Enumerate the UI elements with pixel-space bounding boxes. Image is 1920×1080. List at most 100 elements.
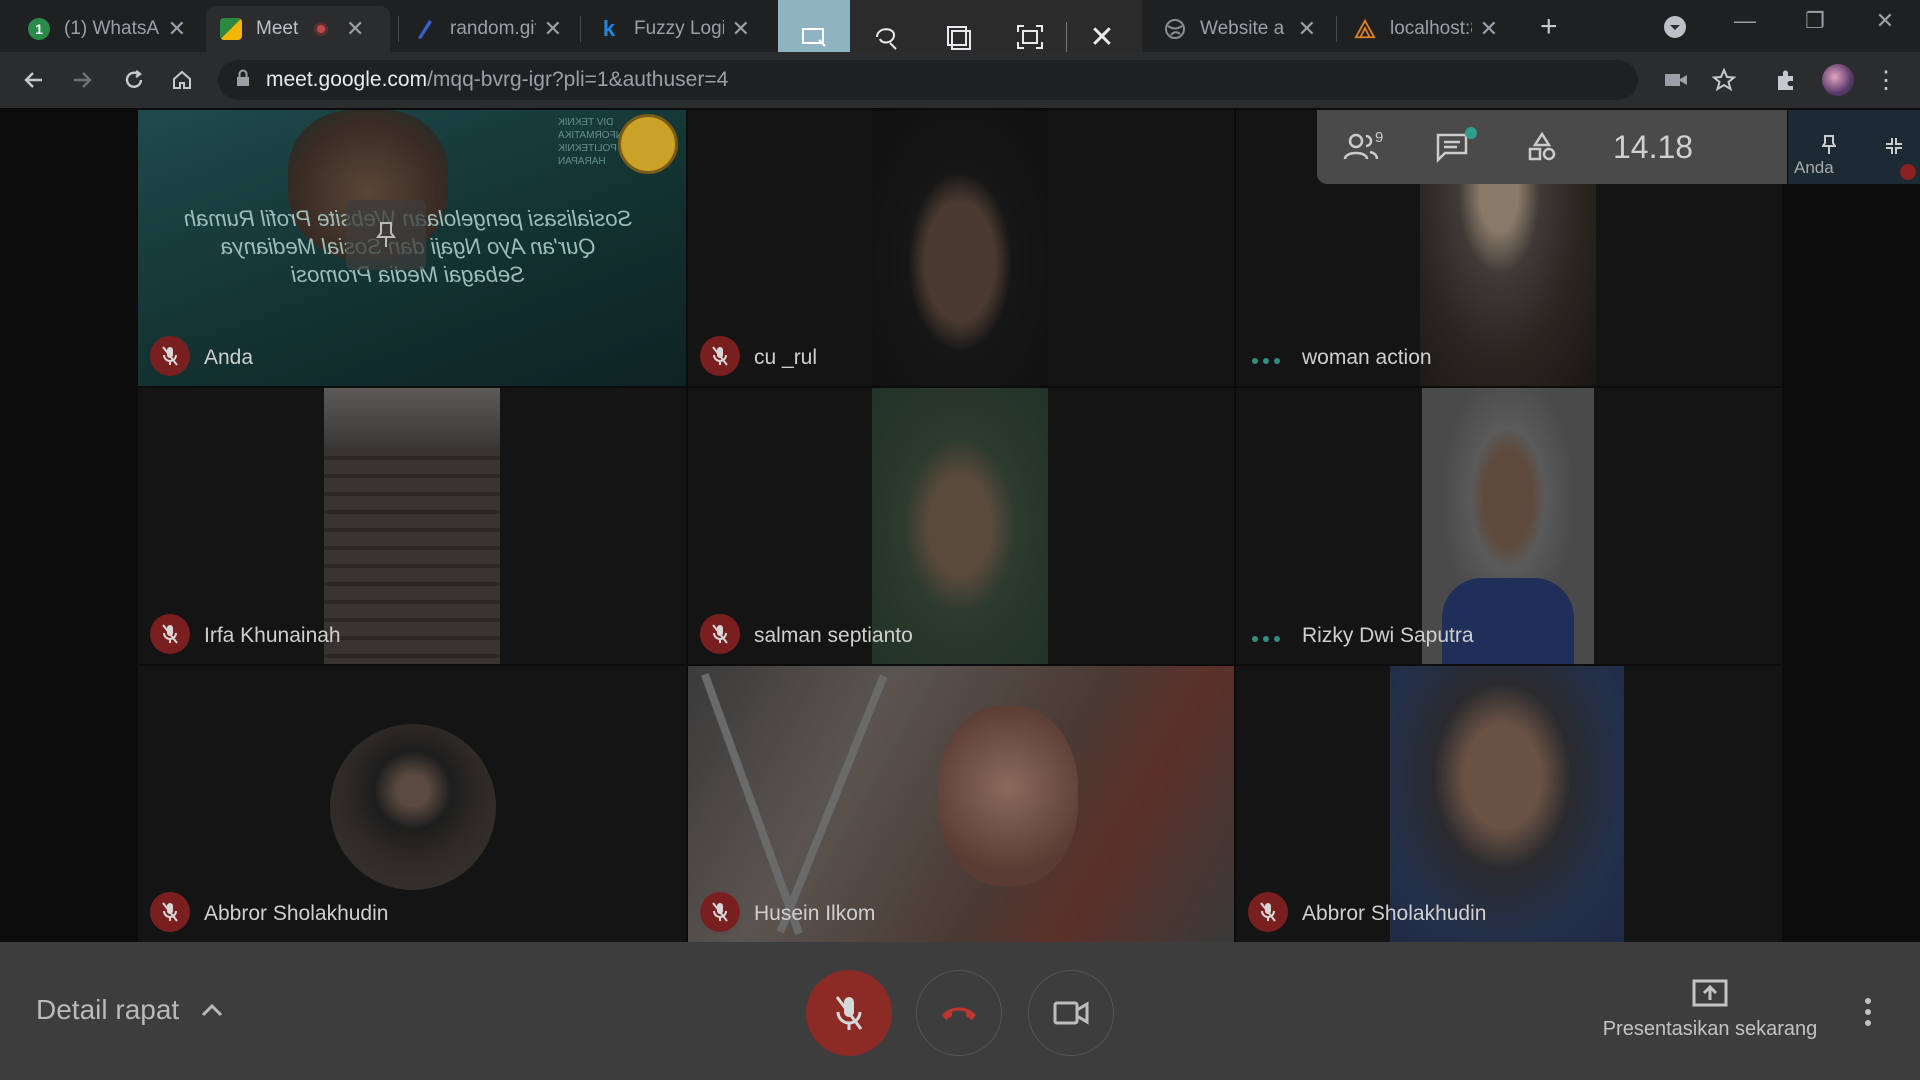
- chat-icon: [1436, 133, 1468, 163]
- mic-off-icon: [1248, 892, 1288, 932]
- url-host: meet.google.com: [266, 68, 428, 91]
- toggle-mic-button[interactable]: [806, 970, 892, 1056]
- present-icon: [1692, 979, 1728, 1007]
- tab-title: localhost:8: [1390, 18, 1472, 39]
- close-icon[interactable]: ✕: [732, 16, 750, 42]
- participant-name: Rizky Dwi Saputra: [1302, 624, 1474, 647]
- address-bar[interactable]: meet.google.com/mqq-bvrg-igr?pli=1&authu…: [218, 60, 1638, 100]
- participant-name: cu _rul: [754, 346, 818, 369]
- pen-icon: [414, 18, 436, 40]
- tab-search-button[interactable]: [1662, 14, 1688, 45]
- close-icon[interactable]: ✕: [346, 16, 364, 42]
- mic-off-icon: [150, 892, 190, 932]
- meet-stage: DIV TEKNIK INFORMATIKA POLITEKNIK HARAPA…: [0, 108, 1920, 942]
- mic-off-icon: [700, 892, 740, 932]
- meeting-details-button[interactable]: Detail rapat: [36, 994, 223, 1026]
- tab-fuzzy-logic[interactable]: k Fuzzy Logic ✕: [584, 6, 764, 52]
- mic-off-icon: [150, 336, 190, 376]
- self-view-pip[interactable]: Anda: [1788, 110, 1920, 184]
- tab-meet[interactable]: Meet - ✕: [206, 6, 390, 52]
- tab-localhost[interactable]: localhost:8 ✕: [1340, 6, 1512, 52]
- close-icon[interactable]: ✕: [1480, 16, 1498, 42]
- back-button[interactable]: [18, 64, 50, 96]
- extensions-puzzle-icon[interactable]: [1772, 66, 1800, 94]
- participant-face: [938, 706, 1078, 886]
- forward-button[interactable]: [66, 64, 98, 96]
- present-label: Presentasikan sekarang: [1602, 1018, 1818, 1040]
- participant-tile[interactable]: Abbror Sholakhudin: [1236, 666, 1782, 942]
- lock-icon: [236, 69, 250, 92]
- camera-in-use-icon[interactable]: [1662, 66, 1690, 94]
- participant-video: DIV TEKNIK INFORMATIKA POLITEKNIK HARAPA…: [138, 110, 686, 386]
- participant-name: Abbror Sholakhudin: [204, 902, 389, 925]
- browser-toolbar: meet.google.com/mqq-bvrg-igr?pli=1&authu…: [0, 52, 1920, 108]
- tab-title: random.gif: [450, 18, 536, 39]
- participant-name: salman septianto: [754, 624, 913, 647]
- participant-tile[interactable]: cu _rul: [688, 110, 1234, 386]
- leave-call-button[interactable]: [916, 970, 1002, 1056]
- participant-avatar: [330, 724, 496, 890]
- xampp-icon: [1354, 18, 1376, 40]
- close-window-button[interactable]: ✕: [1860, 8, 1910, 34]
- people-button[interactable]: 9: [1317, 129, 1407, 163]
- present-now-button[interactable]: Presentasikan sekarang: [1600, 978, 1820, 1041]
- jacket-shape: [1442, 578, 1574, 664]
- tab-title: Meet -: [256, 18, 304, 39]
- shapes-icon: [1528, 131, 1556, 161]
- tab-title: Fuzzy Logic: [634, 18, 724, 39]
- mic-off-icon: [700, 614, 740, 654]
- mic-off-icon: [150, 614, 190, 654]
- campus-logo: [618, 114, 678, 174]
- tab-title: Website a: [1200, 18, 1285, 39]
- tab-whatsapp[interactable]: 1 (1) WhatsA ✕: [14, 6, 200, 52]
- toggle-camera-button[interactable]: [1028, 970, 1114, 1056]
- close-icon[interactable]: ✕: [1298, 16, 1316, 42]
- globe-icon: [1164, 18, 1186, 40]
- meeting-info-bar: 9 14.18: [1317, 110, 1787, 184]
- speaking-indicator: [1252, 636, 1280, 642]
- minimize-button[interactable]: —: [1720, 8, 1770, 34]
- unread-dot: [1465, 127, 1477, 139]
- mic-off-icon: [1900, 164, 1916, 180]
- collapse-icon[interactable]: [1884, 136, 1904, 161]
- meet-icon: [220, 18, 242, 40]
- hang-up-icon: [942, 1007, 976, 1020]
- chrome-menu-icon[interactable]: ⋮: [1872, 66, 1900, 94]
- close-icon[interactable]: ✕: [544, 16, 562, 42]
- more-options-button[interactable]: [1862, 996, 1874, 1033]
- mic-off-icon: [700, 336, 740, 376]
- pin-button[interactable]: [346, 200, 426, 270]
- tab-random-gif[interactable]: random.gif ✕: [400, 6, 576, 52]
- chat-button[interactable]: [1407, 127, 1497, 163]
- restore-button[interactable]: ❐: [1790, 8, 1840, 34]
- activities-button[interactable]: [1497, 131, 1587, 163]
- participant-video: [688, 666, 1234, 942]
- participant-video: [872, 388, 1048, 664]
- k-icon: k: [602, 16, 616, 41]
- camera-icon: [1053, 1001, 1089, 1025]
- close-icon[interactable]: ✕: [168, 16, 186, 42]
- mic-off-icon: [835, 996, 863, 1030]
- participant-tile[interactable]: salman septianto: [688, 388, 1234, 664]
- participant-tile[interactable]: Rizky Dwi Saputra: [1236, 388, 1782, 664]
- new-tab-button[interactable]: +: [1540, 10, 1558, 44]
- participant-count: 9: [1375, 129, 1384, 146]
- participant-video: [872, 110, 1048, 386]
- participant-tile[interactable]: Husein Ilkom: [688, 666, 1234, 942]
- bookmark-star-icon[interactable]: [1710, 66, 1738, 94]
- pin-icon[interactable]: [1821, 134, 1837, 161]
- ceiling-lights: [324, 388, 500, 448]
- participant-name: Abbror Sholakhudin: [1302, 902, 1487, 925]
- participant-name: Anda: [204, 346, 254, 369]
- meeting-clock: 14.18: [1613, 128, 1694, 165]
- reload-button[interactable]: [118, 64, 150, 96]
- profile-avatar[interactable]: [1822, 64, 1854, 96]
- home-button[interactable]: [166, 64, 198, 96]
- participant-tile[interactable]: Abbror Sholakhudin: [138, 666, 686, 942]
- participant-tile[interactable]: DIV TEKNIK INFORMATIKA POLITEKNIK HARAPA…: [138, 110, 686, 386]
- participant-tile[interactable]: Irfa Khunainah: [138, 388, 686, 664]
- tab-website[interactable]: Website a ✕: [1150, 6, 1330, 52]
- url-path: /mqq-bvrg-igr?pli=1&authuser=4: [427, 68, 729, 91]
- participant-name: woman action: [1302, 346, 1432, 369]
- participant-name: Irfa Khunainah: [204, 624, 341, 647]
